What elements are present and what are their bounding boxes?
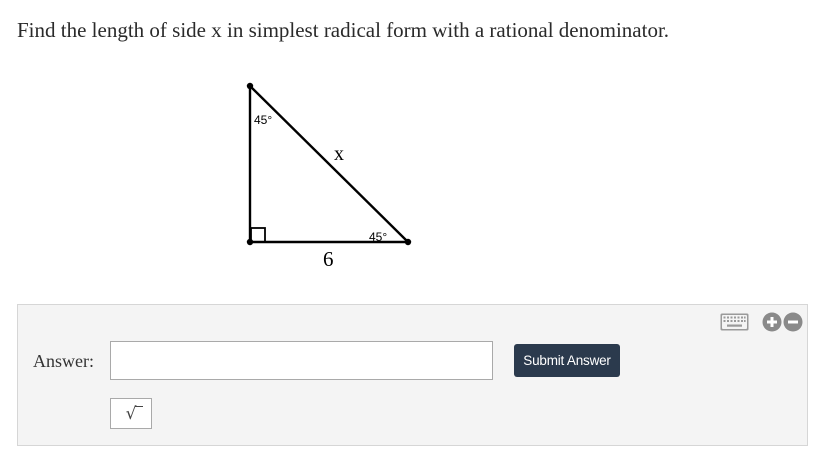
base-label: 6 <box>323 247 334 271</box>
hypotenuse <box>249 85 409 243</box>
right-angle-marker <box>250 227 266 243</box>
square-root-icon: √ <box>125 403 144 424</box>
bottom-right-vertex <box>404 238 412 246</box>
hypotenuse-label: x <box>334 143 344 165</box>
right-angle-vertex <box>246 238 254 246</box>
answer-input[interactable] <box>110 341 493 380</box>
top-angle-label: 45° <box>254 113 272 127</box>
zoom-in-icon[interactable] <box>762 312 782 332</box>
submit-answer-button[interactable]: Submit Answer <box>514 344 620 377</box>
triangle-diagram: 45° 45° x 6 <box>246 82 412 271</box>
answer-label: Answer: <box>33 351 94 371</box>
top-vertex <box>246 82 254 90</box>
square-root-button[interactable]: √ <box>110 398 152 429</box>
triangle-figure: 45° 45° x 6 <box>230 70 430 280</box>
answer-panel: Answer: Submit Answer √ <box>17 304 808 446</box>
question-text: Find the length of side x in simplest ra… <box>17 18 670 42</box>
keyboard-icon[interactable] <box>720 313 749 331</box>
bottom-angle-label: 45° <box>369 230 387 244</box>
zoom-out-icon[interactable] <box>783 312 803 332</box>
